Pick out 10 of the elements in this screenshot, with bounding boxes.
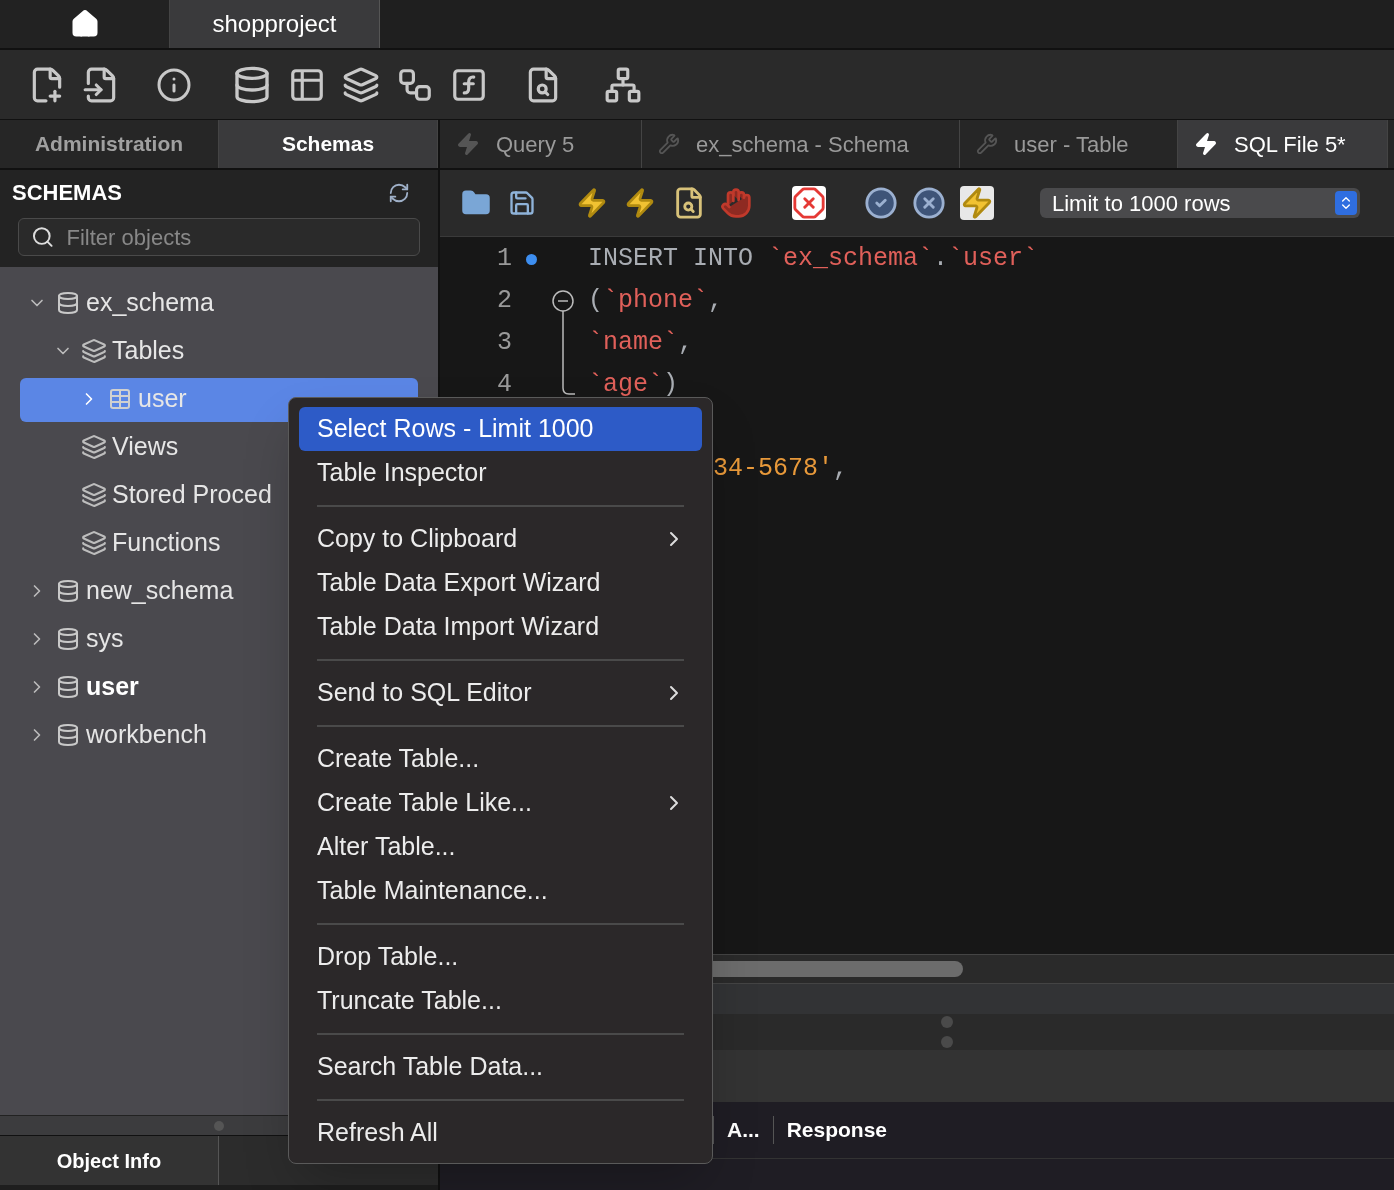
- code-line: `age`): [588, 369, 679, 402]
- line-number: 3: [496, 327, 512, 360]
- panel-title: SCHEMAS: [12, 179, 122, 207]
- code-line: INSERT INTO `ex_schema`.`user`: [588, 243, 1039, 276]
- line-number: 2: [496, 285, 512, 318]
- code-line: `name`,: [588, 327, 694, 360]
- code-line: 34-5678',: [713, 453, 849, 486]
- line-number: 4: [496, 369, 512, 402]
- line-number: 1: [496, 243, 512, 276]
- code-line: (`phone`,: [588, 285, 724, 318]
